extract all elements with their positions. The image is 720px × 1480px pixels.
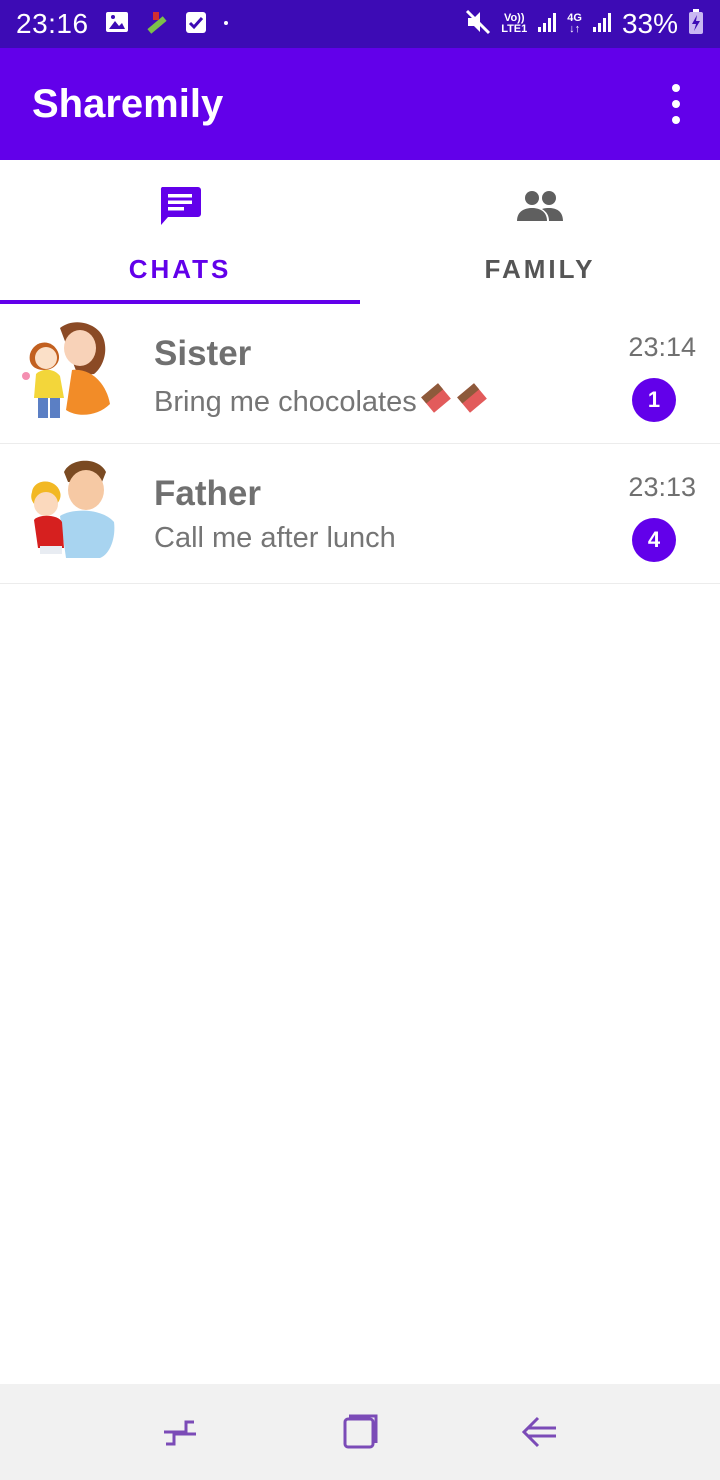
chat-preview: Call me after lunch [154, 522, 396, 555]
recent-apps-icon [164, 1420, 196, 1446]
data-arrows-icon: ↓↑ [569, 23, 581, 35]
chat-preview-text: Call me after lunch [154, 522, 396, 554]
tab-bar: CHATS FAMILY [0, 160, 720, 304]
father-son-avatar [20, 458, 120, 566]
tab-chats-label: CHATS [128, 254, 232, 284]
app-title: Sharemily [32, 81, 224, 126]
chat-name: Father [154, 474, 261, 513]
lte-label: LTE1 [501, 23, 528, 35]
home-button[interactable] [330, 1402, 390, 1462]
task-check-icon [185, 10, 207, 39]
satellite-icon [143, 8, 171, 41]
notification-icons [105, 8, 231, 41]
app-bar: Sharemily [0, 48, 720, 160]
chat-preview-text: Bring me chocolates [154, 385, 417, 418]
tab-chats[interactable]: CHATS [0, 160, 360, 304]
status-time: 23:16 [16, 8, 89, 39]
chocolate-emoji-icon [455, 382, 489, 422]
status-right-icons: Vo)) LTE1 4G ↓↑ 33% [465, 8, 704, 40]
chat-icon [158, 184, 202, 228]
chat-item-sister[interactable]: Sister Bring me chocolates 23:14 1 [0, 304, 720, 444]
more-vert-icon[interactable] [664, 84, 688, 124]
chat-preview: Bring me chocolates [154, 382, 489, 422]
chocolate-emoji-icon [419, 382, 453, 422]
unread-badge: 4 [632, 518, 676, 562]
chat-item-father[interactable]: Father Call me after lunch 23:13 4 [0, 444, 720, 584]
people-icon [516, 184, 564, 228]
chat-name: Sister [154, 334, 252, 373]
tab-family[interactable]: FAMILY [360, 160, 720, 304]
signal-icon [537, 11, 557, 38]
tab-family-label: FAMILY [484, 254, 596, 284]
unread-badge: 1 [632, 378, 676, 422]
battery-percent: 33% [621, 8, 678, 39]
mother-daughter-avatar [20, 318, 120, 426]
volte-indicator: Vo)) LTE1 [501, 13, 527, 35]
home-icon [343, 1414, 378, 1449]
signal-icon-2 [592, 11, 612, 38]
recent-apps-button[interactable] [150, 1402, 210, 1462]
system-nav-bar [0, 1384, 720, 1480]
dot-icon [221, 15, 231, 33]
chat-time: 23:14 [628, 332, 696, 362]
gallery-icon [105, 11, 129, 38]
battery-charging-icon [688, 8, 704, 40]
back-button[interactable] [510, 1402, 570, 1462]
chat-time: 23:13 [628, 472, 696, 502]
network-indicator: 4G ↓↑ [567, 13, 582, 35]
back-arrow-icon [521, 1416, 556, 1448]
status-bar: 23:16 Vo)) LTE1 4G ↓↑ 33% [0, 0, 720, 48]
chat-list: Sister Bring me chocolates 23:14 1 Fathe… [0, 304, 720, 584]
mute-icon [465, 9, 491, 40]
